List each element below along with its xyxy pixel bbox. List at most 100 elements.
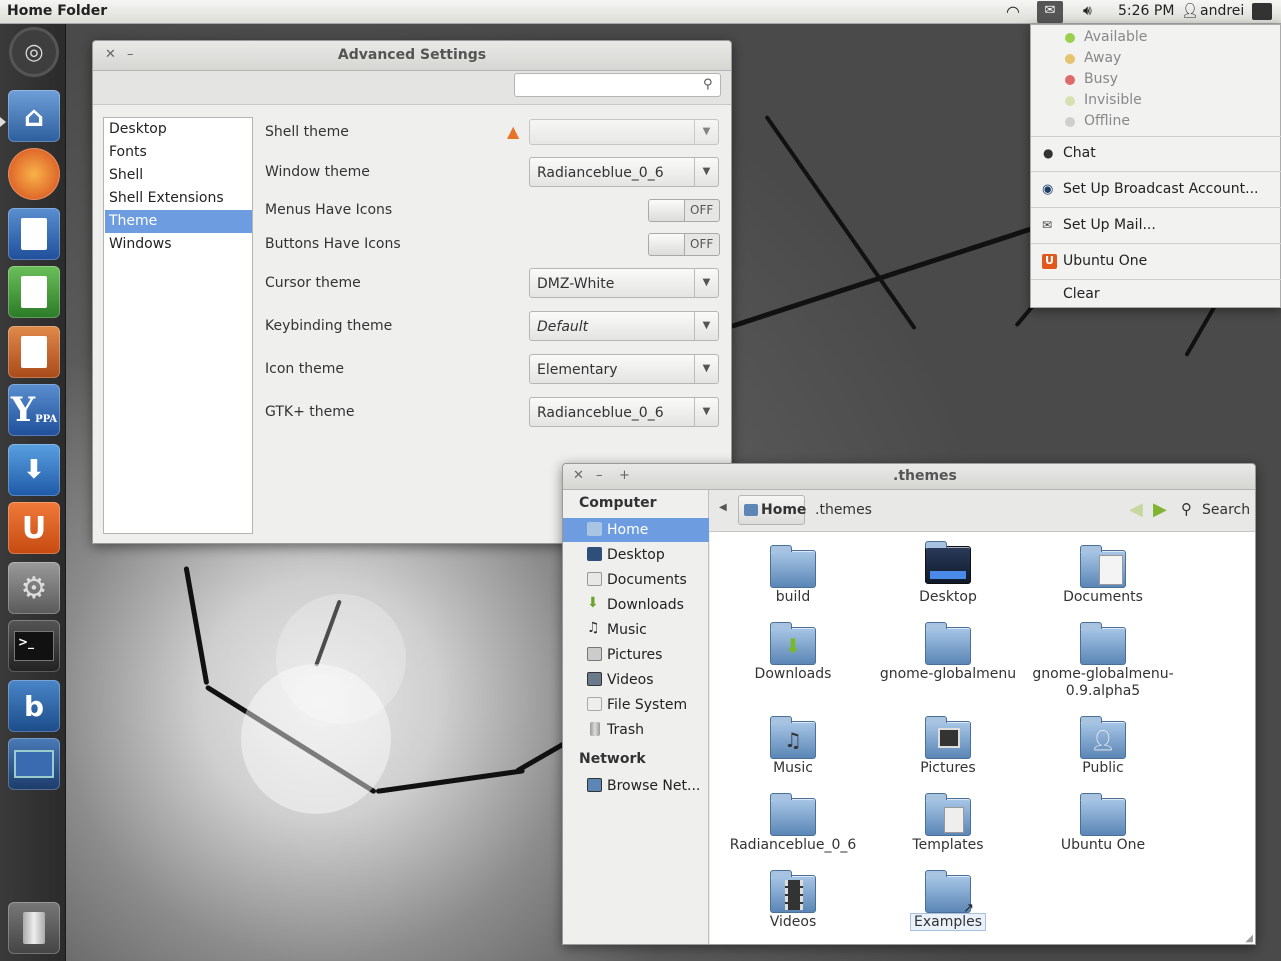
broadcast-setup-item[interactable]: Set Up Broadcast Account... xyxy=(1031,181,1281,197)
examples-link-folder-icon[interactable]: ↗ xyxy=(925,870,974,916)
status-offline[interactable]: Offline xyxy=(1031,113,1281,129)
window-theme-combo[interactable]: Radianceblue_0_6 ▼ xyxy=(529,157,719,187)
settings-search-input[interactable] xyxy=(514,73,721,97)
file-label[interactable]: Public xyxy=(1028,760,1178,777)
file-label[interactable]: gnome-globalmenu xyxy=(873,666,1023,683)
clock[interactable]: 5:26 PM xyxy=(1118,3,1174,19)
calc-icon[interactable] xyxy=(8,266,60,318)
warning-icon: ▲ xyxy=(507,122,520,141)
folder-icon[interactable] xyxy=(925,622,971,665)
file-label[interactable]: Videos xyxy=(718,914,868,931)
yppa-letter: Y xyxy=(10,390,36,430)
file-label[interactable]: Desktop xyxy=(873,589,1023,606)
desktop-icon xyxy=(587,547,602,561)
status-invisible[interactable]: Invisible xyxy=(1031,92,1281,108)
writer-icon[interactable] xyxy=(8,208,60,260)
search-icon[interactable]: ⚲ xyxy=(1181,500,1192,518)
folder-icon[interactable] xyxy=(770,793,816,836)
session-icon[interactable] xyxy=(1252,3,1272,20)
maximize-icon[interactable]: + xyxy=(619,468,630,483)
folder-icon[interactable] xyxy=(1080,622,1126,665)
resize-grip-icon[interactable]: ◢ xyxy=(1245,933,1253,944)
pictures-folder-icon[interactable] xyxy=(925,716,971,759)
path-themes-button[interactable]: .themes xyxy=(815,502,872,518)
gtk-theme-combo[interactable]: Radianceblue_0_6 ▼ xyxy=(529,397,719,427)
back-arrow-icon[interactable]: ◀ xyxy=(1129,499,1143,520)
firefox-icon[interactable] xyxy=(8,148,60,200)
category-item[interactable]: Windows xyxy=(105,233,252,256)
ubuntu-logo-icon[interactable]: ◎ xyxy=(12,30,56,74)
sidebar-item-pictures[interactable]: Pictures xyxy=(563,643,709,667)
ubuntu-one-item[interactable]: Ubuntu One xyxy=(1031,253,1281,269)
close-icon[interactable]: ✕ xyxy=(573,468,584,483)
sidebar-item-home[interactable]: Home xyxy=(563,518,709,542)
sidebar-item-documents[interactable]: Documents xyxy=(563,568,709,592)
category-item[interactable]: Fonts xyxy=(105,141,252,164)
file-label[interactable]: Templates xyxy=(873,837,1023,854)
status-busy[interactable]: Busy xyxy=(1031,71,1281,87)
system-settings-icon[interactable]: ⚙ xyxy=(8,562,60,614)
impress-icon[interactable] xyxy=(8,326,60,378)
sidebar-item-browse-network[interactable]: Browse Net... xyxy=(563,774,709,798)
music-folder-icon[interactable]: ♫ xyxy=(770,716,816,759)
category-item[interactable]: Shell Extensions xyxy=(105,187,252,210)
desktop-folder-icon[interactable] xyxy=(925,541,971,584)
path-home-button[interactable]: Home xyxy=(738,495,806,525)
chevron-down-icon: ▼ xyxy=(694,398,718,426)
file-label[interactable]: gnome-globalmenu- 0.9.alpha5 xyxy=(1028,666,1178,700)
ubuntu-one-icon[interactable]: U xyxy=(8,502,60,554)
downloads-folder-icon[interactable]: ⬇ xyxy=(770,622,816,665)
sidebar-item-music[interactable]: ♫ Music xyxy=(563,618,709,642)
chat-item[interactable]: Chat xyxy=(1031,145,1281,161)
keybinding-theme-combo[interactable]: Default ▼ xyxy=(529,311,719,341)
videos-folder-icon[interactable] xyxy=(770,870,816,913)
category-item[interactable]: Shell xyxy=(105,164,252,187)
network-icon xyxy=(587,778,602,792)
sidebar-item-filesystem[interactable]: File System xyxy=(563,693,709,717)
category-item[interactable]: Desktop xyxy=(105,118,252,141)
file-label-selected[interactable]: Examples xyxy=(873,913,1023,931)
software-center-icon[interactable]: ⬇ xyxy=(8,444,60,496)
search-button[interactable]: Search xyxy=(1202,502,1250,518)
file-label[interactable]: Ubuntu One xyxy=(1028,837,1178,854)
cursor-theme-combo[interactable]: DMZ-White ▼ xyxy=(529,268,719,298)
file-label[interactable]: Pictures xyxy=(873,760,1023,777)
bleachbit-icon[interactable]: b xyxy=(8,680,60,732)
folder-icon[interactable] xyxy=(1080,793,1126,836)
file-label[interactable]: Radianceblue_0_6 xyxy=(718,837,868,854)
public-folder-icon[interactable]: 👤︎ xyxy=(1080,716,1126,759)
templates-folder-icon[interactable] xyxy=(925,793,971,836)
file-label[interactable]: build xyxy=(718,589,868,606)
mail-setup-item[interactable]: Set Up Mail... xyxy=(1031,217,1281,233)
y-ppa-manager-icon[interactable]: Y PPA xyxy=(8,384,60,436)
user-name[interactable]: andrei xyxy=(1200,3,1244,19)
forward-arrow-icon[interactable]: ▶ xyxy=(1153,499,1167,520)
sidebar-item-downloads[interactable]: ⬇ Downloads xyxy=(563,593,709,617)
sidebar-item-trash[interactable]: Trash xyxy=(563,718,709,742)
shell-theme-combo[interactable]: ▼ xyxy=(529,119,719,145)
trash-icon[interactable] xyxy=(8,902,60,954)
path-back-arrow-icon[interactable]: ◀ xyxy=(719,502,727,513)
workspace-switcher-icon[interactable] xyxy=(8,738,60,790)
sidebar-item-desktop[interactable]: Desktop xyxy=(563,543,709,567)
terminal-icon[interactable]: >_ xyxy=(8,620,60,672)
wifi-icon[interactable]: ◠ xyxy=(1006,2,1020,21)
file-label[interactable]: Documents xyxy=(1028,589,1178,606)
category-item-selected[interactable]: Theme xyxy=(105,210,252,233)
home-folder-icon[interactable]: ⌂ xyxy=(8,90,60,142)
buttons-icons-toggle[interactable]: OFF xyxy=(648,233,720,256)
minimize-icon[interactable]: – xyxy=(596,468,603,483)
volume-icon[interactable]: 🔊︎ xyxy=(1083,3,1092,19)
clear-item[interactable]: Clear xyxy=(1031,286,1281,302)
combo-value: Radianceblue_0_6 xyxy=(537,405,664,421)
messaging-indicator-icon[interactable]: ✉ xyxy=(1037,1,1063,23)
menus-icons-toggle[interactable]: OFF xyxy=(648,199,720,222)
icon-theme-combo[interactable]: Elementary ▼ xyxy=(529,354,719,384)
documents-folder-icon[interactable] xyxy=(1080,545,1126,588)
file-label[interactable]: Music xyxy=(718,760,868,777)
status-available[interactable]: Available xyxy=(1031,29,1281,45)
file-label[interactable]: Downloads xyxy=(718,666,868,683)
status-away[interactable]: Away xyxy=(1031,50,1281,66)
folder-icon[interactable] xyxy=(770,545,816,588)
sidebar-item-videos[interactable]: Videos xyxy=(563,668,709,692)
